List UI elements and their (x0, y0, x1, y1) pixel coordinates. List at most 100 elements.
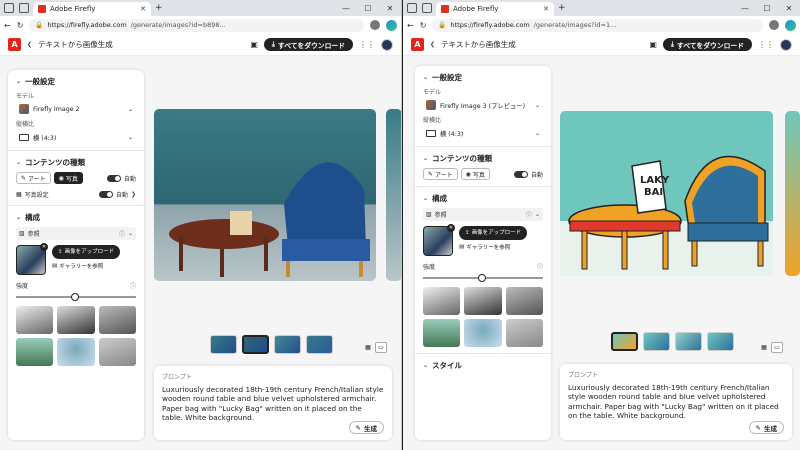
model-select[interactable]: Firefly Image 3 (プレビュー) ⌄ (423, 98, 543, 112)
info-icon[interactable]: ⓘ (526, 210, 532, 219)
composition-header[interactable]: ⌄ 構成 (16, 212, 136, 223)
reference-thumb[interactable] (16, 338, 54, 366)
adobe-logo-icon[interactable]: A (8, 38, 21, 51)
single-view-icon[interactable]: ▭ (375, 342, 387, 353)
avatar[interactable] (780, 38, 792, 51)
slider-knob[interactable] (478, 274, 487, 282)
reference-thumb[interactable] (16, 306, 54, 334)
chat-icon[interactable]: ▣ (250, 40, 258, 49)
variation-thumb[interactable] (210, 335, 237, 354)
content-type-header[interactable]: ⌄ コンテンツの種類 (16, 157, 136, 168)
reference-thumb[interactable] (505, 319, 543, 347)
chevron-down-icon[interactable]: ⌄ (128, 230, 133, 237)
variation-thumb[interactable] (274, 335, 301, 354)
profile-icon[interactable] (407, 3, 417, 13)
minimize-icon[interactable]: — (335, 0, 357, 16)
generate-button[interactable]: ✎ 生成 (348, 421, 384, 434)
variation-thumb[interactable] (675, 332, 702, 351)
close-icon[interactable]: ✕ (447, 224, 455, 232)
info-icon[interactable]: ⓘ (119, 229, 125, 238)
chat-icon[interactable]: ▣ (649, 40, 657, 49)
browse-gallery-button[interactable]: ▤ ギャラリーを参照 (459, 243, 527, 251)
back-icon[interactable]: ← (4, 21, 11, 30)
reference-thumb[interactable] (423, 319, 461, 347)
content-type-header[interactable]: ⌄ コンテンツの種類 (423, 153, 543, 164)
reference-thumb[interactable] (98, 306, 136, 334)
adobe-logo-icon[interactable]: A (411, 38, 424, 51)
grid-view-icon[interactable]: ▦ (758, 342, 770, 353)
info-icon[interactable]: ⓘ (130, 281, 136, 290)
refresh-icon[interactable]: ↻ (17, 21, 24, 30)
maximize-icon[interactable]: ☐ (357, 0, 379, 16)
chevron-down-icon[interactable]: ⌄ (535, 211, 540, 218)
prompt-text[interactable]: Luxuriously decorated 18th-19th century … (568, 383, 784, 421)
reference-thumb[interactable] (464, 287, 502, 315)
refresh-icon[interactable]: ↻ (420, 21, 427, 30)
back-chevron-icon[interactable]: ❮ (27, 41, 32, 48)
tab-actions-icon[interactable] (19, 3, 29, 13)
upload-image-button[interactable]: ⇪ 画像をアップロード (459, 226, 528, 240)
composition-header[interactable]: ⌄ 構成 (423, 193, 543, 204)
url-field[interactable]: 🔒 https://firefly.adobe.com/generate/ima… (432, 18, 763, 32)
close-icon[interactable]: ✕ (40, 243, 48, 251)
apps-grid-icon[interactable]: ⋮⋮ (758, 40, 774, 49)
variation-thumb[interactable] (643, 332, 670, 351)
prompt-box[interactable]: プロンプト Luxuriously decorated 18th-19th ce… (154, 366, 392, 440)
art-button[interactable]: ✎ アート (16, 172, 51, 184)
close-tab-icon[interactable]: ✕ (140, 5, 146, 13)
photo-settings-toggle[interactable] (98, 191, 113, 198)
chevron-right-icon[interactable]: ❯ (131, 191, 136, 198)
upload-image-button[interactable]: ⇪ 画像をアップロード (52, 245, 121, 259)
strength-slider[interactable] (423, 274, 543, 282)
auto-toggle[interactable] (513, 170, 528, 178)
generated-image-next[interactable] (785, 111, 800, 276)
model-select[interactable]: Firefly Image 2 ⌄ (16, 102, 136, 116)
variation-thumb[interactable] (707, 332, 734, 351)
prompt-box[interactable]: プロンプト Luxuriously decorated 18th-19th ce… (560, 364, 792, 440)
close-tab-icon[interactable]: ✕ (543, 5, 549, 13)
apps-grid-icon[interactable]: ⋮⋮ (359, 40, 375, 49)
avatar[interactable] (381, 38, 393, 51)
generate-button[interactable]: ✎ 生成 (748, 421, 784, 434)
variation-thumb[interactable] (306, 335, 333, 354)
single-view-icon[interactable]: ▭ (771, 342, 783, 353)
aspect-select[interactable]: 横 (4:3) ⌄ (423, 126, 543, 140)
generated-image-main[interactable]: LAKY BAI (560, 111, 773, 276)
url-field[interactable]: 🔒 https://firefly.adobe.com/generate/ima… (29, 18, 364, 32)
reference-thumb[interactable] (57, 338, 95, 366)
browser-tab[interactable]: Adobe Firefly ✕ (436, 2, 554, 16)
reference-thumb[interactable] (505, 287, 543, 315)
photo-button[interactable]: ◉ 写真 (53, 172, 83, 184)
generated-image-next[interactable] (386, 109, 401, 281)
new-tab-icon[interactable]: + (558, 0, 566, 16)
reference-image[interactable]: ✕ (16, 243, 48, 275)
download-all-button[interactable]: ⤓ すべてをダウンロード (662, 38, 752, 51)
back-chevron-icon[interactable]: ❮ (430, 41, 435, 48)
general-settings-header[interactable]: ⌄ 一般設定 (423, 72, 543, 83)
auto-toggle[interactable] (106, 174, 121, 182)
art-button[interactable]: ✎ アート (423, 168, 458, 180)
reference-image[interactable]: ✕ (423, 224, 455, 256)
tab-actions-icon[interactable] (422, 3, 432, 13)
browser-tab[interactable]: Adobe Firefly ✕ (33, 2, 151, 16)
generated-image-main[interactable] (154, 109, 376, 281)
copilot-icon[interactable] (785, 19, 796, 31)
download-all-button[interactable]: ⤓ すべてをダウンロード (263, 38, 353, 51)
copilot-icon[interactable] (386, 19, 397, 31)
general-settings-header[interactable]: ⌄ 一般設定 (16, 76, 136, 87)
profile-icon[interactable] (4, 3, 14, 13)
grid-view-icon[interactable]: ▦ (362, 342, 374, 353)
variation-thumb[interactable] (611, 332, 638, 351)
new-tab-icon[interactable]: + (155, 0, 163, 16)
reference-thumb[interactable] (423, 287, 461, 315)
reference-thumb[interactable] (464, 319, 502, 347)
variation-thumb[interactable] (242, 335, 269, 354)
strength-slider[interactable] (16, 293, 136, 301)
reference-thumb[interactable] (98, 338, 136, 366)
close-window-icon[interactable]: ✕ (778, 0, 800, 16)
maximize-icon[interactable]: ☐ (756, 0, 778, 16)
close-window-icon[interactable]: ✕ (379, 0, 401, 16)
aspect-select[interactable]: 横 (4:3) ⌄ (16, 130, 136, 144)
minimize-icon[interactable]: — (734, 0, 756, 16)
prompt-text[interactable]: Luxuriously decorated 18th-19th century … (162, 385, 384, 423)
